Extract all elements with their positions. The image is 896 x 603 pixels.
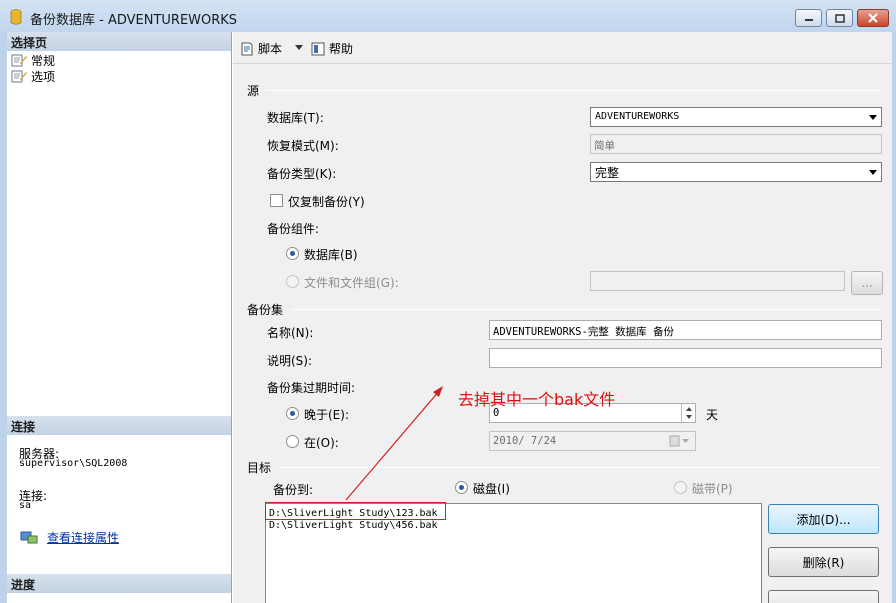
expire-after-radio[interactable] [286, 407, 299, 420]
client-area: 选择页 常规 选项 连接 服务器: supervisor\SQL2008 连接:… [7, 32, 892, 603]
help-label: 帮助 [329, 42, 354, 56]
chevron-down-icon [295, 45, 303, 50]
page-item-general[interactable]: 常规 [11, 52, 55, 68]
page-item-options[interactable]: 选项 [11, 68, 55, 84]
close-icon [868, 13, 878, 23]
remove-destination-button[interactable]: 删除(R) [768, 547, 879, 577]
script-button[interactable]: 脚本 [239, 40, 282, 57]
backup-name-label: 名称(N): [267, 326, 314, 340]
title-bar: 备份数据库 - ADVENTUREWORKS [0, 0, 896, 32]
maximize-icon [834, 13, 845, 23]
disk-radio[interactable] [455, 481, 468, 494]
database-icon [10, 9, 22, 25]
description-label: 说明(S): [267, 354, 313, 368]
chevron-down-icon [869, 170, 877, 175]
tape-label: 磁带(P) [692, 482, 733, 496]
chevron-down-icon [869, 115, 877, 120]
expire-date-value: 2010/ 7/24 [493, 435, 557, 447]
script-icon [241, 42, 253, 55]
files-and-filegroups-field [590, 271, 845, 291]
recovery-model-field: 简单 [590, 134, 882, 154]
database-label: 数据库(T): [267, 111, 324, 125]
add-destination-button[interactable]: 添加(D)... [768, 504, 879, 534]
backup-type-select[interactable]: 完整 [590, 162, 882, 182]
select-page-header: 选择页 [7, 32, 231, 51]
backup-type-value: 完整 [595, 166, 620, 180]
page-edit-icon [11, 70, 27, 83]
connection-properties-icon [20, 531, 38, 544]
backup-component-label: 备份组件: [267, 222, 320, 236]
source-group-divider [265, 90, 882, 91]
backup-to-label: 备份到: [273, 483, 314, 497]
left-pane: 选择页 常规 选项 连接 服务器: supervisor\SQL2008 连接:… [7, 32, 232, 603]
help-button[interactable]: 帮助 [310, 40, 353, 57]
source-group-title: 源 [247, 84, 260, 98]
page-item-label: 常规 [31, 53, 56, 68]
tape-radio[interactable] [674, 481, 687, 494]
component-files-radio[interactable] [286, 275, 299, 288]
minimize-icon [804, 19, 813, 21]
database-select[interactable]: ADVENTUREWORKS [590, 107, 882, 127]
window-title: 备份数据库 - ADVENTUREWORKS [30, 13, 238, 28]
script-label: 脚本 [258, 42, 283, 56]
close-button[interactable] [857, 9, 889, 27]
component-database-label: 数据库(B) [304, 248, 358, 262]
view-connection-properties-link[interactable]: 查看连接属性 [47, 529, 119, 546]
server-value: supervisor\SQL2008 [19, 458, 128, 469]
backup-name-input[interactable]: ADVENTUREWORKS-完整 数据库 备份 [489, 320, 882, 340]
backup-database-window: 备份数据库 - ADVENTUREWORKS 选择页 常规 选项 连接 服务器:… [0, 0, 896, 603]
calendar-dropdown-icon [669, 435, 689, 447]
help-icon [311, 42, 325, 55]
copy-only-checkbox[interactable] [270, 194, 283, 207]
page-edit-icon [11, 54, 27, 67]
connection-header: 连接 [7, 416, 231, 435]
general-page-content: 源 数据库(T): ADVENTUREWORKS 恢复模式(M): 简单 备份类… [233, 65, 892, 603]
spinner-arrows-icon [686, 407, 692, 419]
script-dropdown-button[interactable] [295, 45, 304, 51]
annotation-arrow [345, 386, 443, 501]
files-browse-button[interactable]: ... [851, 271, 883, 295]
destination-group-title: 目标 [247, 461, 272, 475]
toolbar: 脚本 帮助 [233, 32, 892, 64]
expire-date-picker: 2010/ 7/24 [489, 431, 696, 451]
backup-set-group-title: 备份集 [247, 303, 284, 317]
recovery-model-label: 恢复模式(M): [267, 139, 339, 153]
database-select-value: ADVENTUREWORKS [595, 111, 680, 122]
component-files-label: 文件和文件组(G): [304, 276, 399, 290]
annotation-text: 去掉其中一个bak文件 [458, 390, 616, 409]
disk-label: 磁盘(I) [473, 482, 510, 496]
contents-button[interactable] [768, 590, 879, 603]
minimize-button[interactable] [795, 9, 822, 27]
component-database-radio[interactable] [286, 247, 299, 260]
copy-only-label: 仅复制备份(Y) [288, 195, 365, 209]
connection-value: sa [19, 500, 32, 511]
backup-set-group-divider [291, 309, 882, 310]
description-input[interactable] [489, 348, 882, 368]
maximize-button[interactable] [826, 9, 853, 27]
recovery-model-value: 简单 [594, 140, 615, 152]
expire-on-radio[interactable] [286, 435, 299, 448]
progress-header: 进度 [7, 574, 231, 593]
list-item[interactable]: D:\SliverLight Study\456.bak [269, 520, 438, 533]
backup-type-label: 备份类型(K): [267, 167, 337, 181]
days-unit-label: 天 [706, 408, 719, 422]
days-spinner[interactable] [681, 404, 695, 422]
page-item-label: 选项 [31, 69, 56, 84]
